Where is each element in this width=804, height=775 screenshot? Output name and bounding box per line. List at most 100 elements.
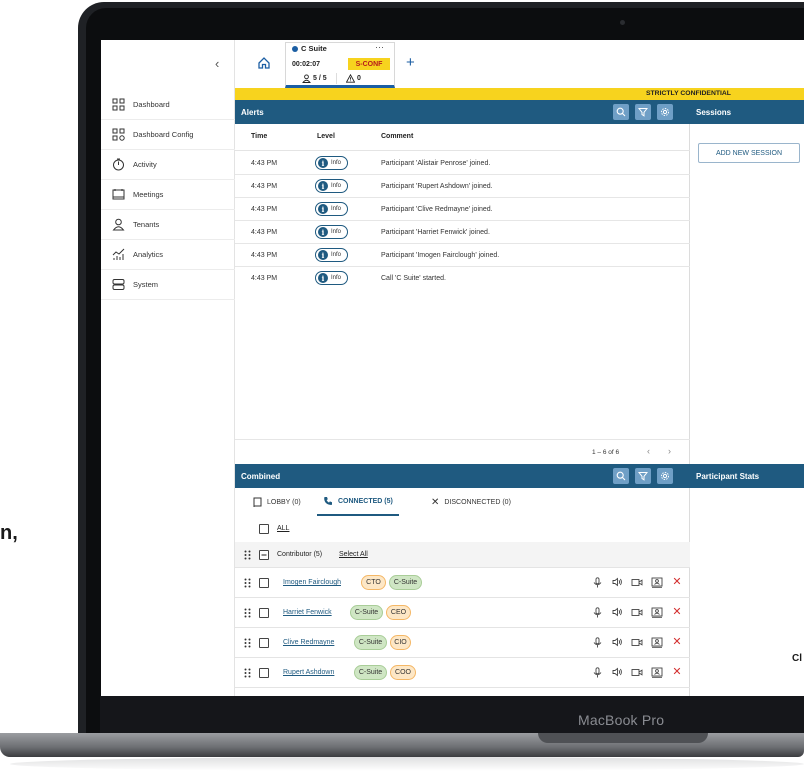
collapse-sidebar-icon[interactable]: ‹	[215, 56, 219, 71]
search-icon[interactable]	[613, 104, 629, 120]
confidential-banner: STRICTLY CONFIDENTIAL	[235, 88, 804, 100]
sidebar-nav: Dashboard Dashboard Config Activity Meet…	[101, 90, 235, 300]
remove-participant-icon[interactable]: ✕	[671, 666, 683, 678]
participant-name-link[interactable]: Imogen Fairclough	[283, 579, 341, 586]
sidebar-item-meetings[interactable]: Meetings	[101, 180, 235, 210]
table-row: 4:43 PM i Info Participant 'Rupert Ashdow…	[235, 175, 690, 198]
role-tag: CIO	[390, 635, 411, 650]
participant-checkbox[interactable]	[259, 608, 269, 618]
screen-share-icon[interactable]	[651, 666, 663, 678]
table-row: Clive Redmayne C-Suite CIO ✕	[235, 628, 690, 658]
participant-name-link[interactable]: Harriet Fenwick	[283, 609, 332, 616]
filter-icon[interactable]	[635, 468, 651, 484]
remove-participant-icon[interactable]: ✕	[671, 636, 683, 648]
all-label[interactable]: ALL	[277, 525, 289, 532]
add-new-session-button[interactable]: ADD NEW SESSION	[698, 143, 800, 163]
screen-share-icon[interactable]	[651, 636, 663, 648]
remove-participant-icon[interactable]: ✕	[671, 576, 683, 588]
video-camera-icon[interactable]	[631, 576, 643, 588]
screen-share-icon[interactable]	[651, 606, 663, 618]
participant-stats-header: Participant Stats	[690, 464, 804, 488]
filter-icon[interactable]	[635, 104, 651, 120]
sessions-title: Sessions	[696, 107, 732, 117]
level-text: Info	[331, 183, 342, 189]
info-icon: i	[318, 204, 328, 214]
level-text: Info	[331, 229, 342, 235]
pagination: 1 – 6 of 6 ‹ ›	[235, 439, 690, 463]
video-camera-icon[interactable]	[631, 606, 643, 618]
participant-checkbox[interactable]	[259, 578, 269, 588]
add-call-icon[interactable]: +	[406, 54, 415, 71]
meetings-icon	[111, 188, 125, 202]
alert-time: 4:43 PM	[251, 252, 278, 259]
search-icon[interactable]	[613, 468, 629, 484]
more-options-icon[interactable]: ⋯	[375, 42, 384, 53]
sidebar-item-label: System	[133, 280, 159, 289]
settings-icon[interactable]	[657, 468, 673, 484]
level-badge: i Info	[315, 271, 348, 285]
speaker-icon[interactable]	[611, 666, 623, 678]
tab-connected[interactable]: CONNECTED (5)	[317, 488, 399, 516]
dashboard-config-icon	[111, 128, 125, 142]
table-row: Harriet Fenwick C-Suite CEO ✕	[235, 598, 690, 628]
live-dot-icon	[292, 45, 298, 52]
warning-icon	[346, 74, 355, 83]
select-all-checkbox[interactable]	[259, 524, 269, 534]
speaker-icon[interactable]	[611, 576, 623, 588]
group-row: Contributor (5) Select All	[235, 542, 690, 568]
microphone-icon[interactable]	[591, 576, 603, 588]
lobby-icon	[253, 497, 262, 507]
tab-disconnected[interactable]: ✕ DISCONNECTED (0)	[431, 488, 511, 516]
combined-header: Combined	[235, 464, 690, 488]
screen-share-icon[interactable]	[651, 576, 663, 588]
call-card[interactable]: C Suite ⋯ 00:02:07 S-CONF 5 / 5 0	[285, 42, 395, 88]
sidebar-item-label: Analytics	[133, 250, 164, 259]
remove-participant-icon[interactable]: ✕	[671, 606, 683, 618]
video-camera-icon[interactable]	[631, 636, 643, 648]
info-icon: i	[318, 227, 328, 237]
sidebar-item-label: Tenants	[133, 220, 160, 229]
settings-icon[interactable]	[657, 104, 673, 120]
sidebar-item-tenants[interactable]: Tenants	[101, 210, 235, 240]
sidebar-item-dashboard-config[interactable]: Dashboard Config	[101, 120, 235, 150]
phone-icon	[324, 497, 332, 505]
drag-handle-icon[interactable]	[244, 550, 251, 560]
group-checkbox[interactable]	[259, 550, 269, 560]
speaker-icon[interactable]	[611, 636, 623, 648]
table-row: 4:43 PM i Info Participant 'Clive Redmayn…	[235, 198, 690, 221]
drag-handle-icon[interactable]	[244, 668, 251, 678]
sidebar: ‹ Dashboard Dashboard Config Activity Me…	[101, 40, 235, 696]
role-tag: COO	[390, 665, 416, 680]
drag-handle-icon[interactable]	[244, 608, 251, 618]
person-icon	[302, 74, 311, 83]
sidebar-item-analytics[interactable]: Analytics	[101, 240, 235, 270]
participant-checkbox[interactable]	[259, 638, 269, 648]
column-header: Level	[317, 133, 335, 140]
sidebar-item-dashboard[interactable]: Dashboard	[101, 90, 235, 120]
alert-comment: Participant 'Imogen Fairclough' joined.	[381, 252, 500, 259]
microphone-icon[interactable]	[591, 606, 603, 618]
level-badge: i Info	[315, 156, 348, 170]
microphone-icon[interactable]	[591, 636, 603, 648]
drag-handle-icon[interactable]	[244, 638, 251, 648]
device-label: MacBook Pro	[578, 712, 665, 728]
sidebar-item-system[interactable]: System	[101, 270, 235, 300]
participant-name-link[interactable]: Clive Redmayne	[283, 639, 334, 646]
tab-label: DISCONNECTED (0)	[444, 498, 511, 506]
chevron-right-icon[interactable]: ›	[668, 446, 671, 456]
sidebar-item-activity[interactable]: Activity	[101, 150, 235, 180]
home-icon[interactable]	[257, 56, 271, 75]
chevron-left-icon[interactable]: ‹	[647, 446, 650, 456]
select-all-link[interactable]: Select All	[339, 551, 368, 558]
participant-name-link[interactable]: Rupert Ashdown	[283, 669, 334, 676]
drag-handle-icon[interactable]	[244, 578, 251, 588]
microphone-icon[interactable]	[591, 666, 603, 678]
laptop-chin	[100, 696, 804, 736]
participant-checkbox[interactable]	[259, 668, 269, 678]
video-camera-icon[interactable]	[631, 666, 643, 678]
tab-lobby[interactable]: LOBBY (0)	[253, 488, 301, 516]
alert-comment: Participant 'Harriet Fenwick' joined.	[381, 229, 490, 236]
speaker-icon[interactable]	[611, 606, 623, 618]
level-text: Info	[331, 252, 342, 258]
divider	[336, 73, 337, 84]
